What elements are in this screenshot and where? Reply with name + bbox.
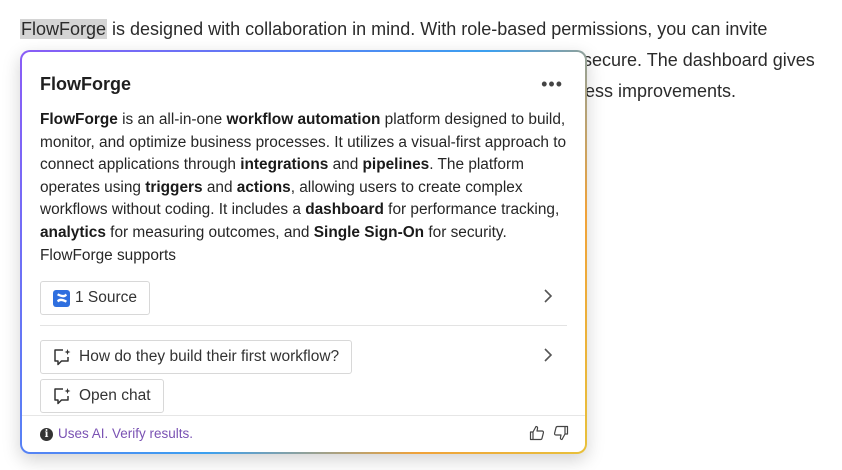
more-options-button[interactable]: ••• <box>541 74 563 94</box>
article-line-1: FlowForge is designed with collaboration… <box>20 14 767 45</box>
article-line-1-text: is designed with collaboration in mind. … <box>107 19 768 39</box>
chat-sparkle-icon <box>53 387 72 405</box>
summary-keyword: Single Sign-On <box>313 223 425 241</box>
summary-segment: and <box>328 156 363 174</box>
article-line-2: secure. The dashboard gives <box>583 50 815 70</box>
article-line-3: ess improvements. <box>585 81 737 101</box>
popover-title: FlowForge <box>40 74 131 94</box>
summary-keyword: workflow automation <box>226 111 381 128</box>
highlighted-term[interactable]: FlowForge <box>20 19 108 39</box>
popover-card: FlowForge ••• FlowForge is an all-in-one… <box>22 52 585 452</box>
chat-sparkle-icon <box>53 348 72 366</box>
summary-keyword: actions <box>236 178 291 196</box>
followup-question-button[interactable]: How do they build their first workflow? <box>40 340 353 374</box>
popover-footer: i Uses AI. Verify results. <box>22 415 585 452</box>
summary-segment: for performance tracking, <box>383 201 560 219</box>
thumbs-down-icon[interactable] <box>553 425 569 446</box>
source-button[interactable]: 1 Source <box>40 281 151 315</box>
info-icon: i <box>40 428 53 441</box>
followup-question-label: How do they build their first workflow? <box>79 348 340 365</box>
summary-keyword: integrations <box>240 156 329 174</box>
open-chat-button[interactable]: Open chat <box>40 379 164 413</box>
summary-keyword: analytics <box>40 223 106 241</box>
summary-text: FlowForge is an all-in-one workflow auto… <box>40 109 570 267</box>
summary-keyword: triggers <box>145 178 203 196</box>
ai-disclaimer-link[interactable]: Uses AI. Verify results. <box>58 426 193 441</box>
ai-summary-popover: FlowForge ••• FlowForge is an all-in-one… <box>20 50 587 454</box>
summary-segment: for measuring outcomes, and <box>105 223 314 241</box>
summary-segment: and <box>202 178 237 196</box>
source-chevron-icon[interactable] <box>543 289 553 308</box>
summary-keyword: dashboard <box>305 201 384 219</box>
followup-chevron-icon[interactable] <box>543 348 553 367</box>
source-label: 1 Source <box>75 289 138 306</box>
summary-keyword: pipelines <box>362 156 430 174</box>
confluence-logo-icon <box>53 289 70 307</box>
divider <box>40 325 567 326</box>
summary-segment: is an all-in-one <box>117 111 227 128</box>
thumbs-up-icon[interactable] <box>529 425 545 446</box>
open-chat-label: Open chat <box>79 387 151 404</box>
summary-keyword: FlowForge <box>40 111 118 128</box>
